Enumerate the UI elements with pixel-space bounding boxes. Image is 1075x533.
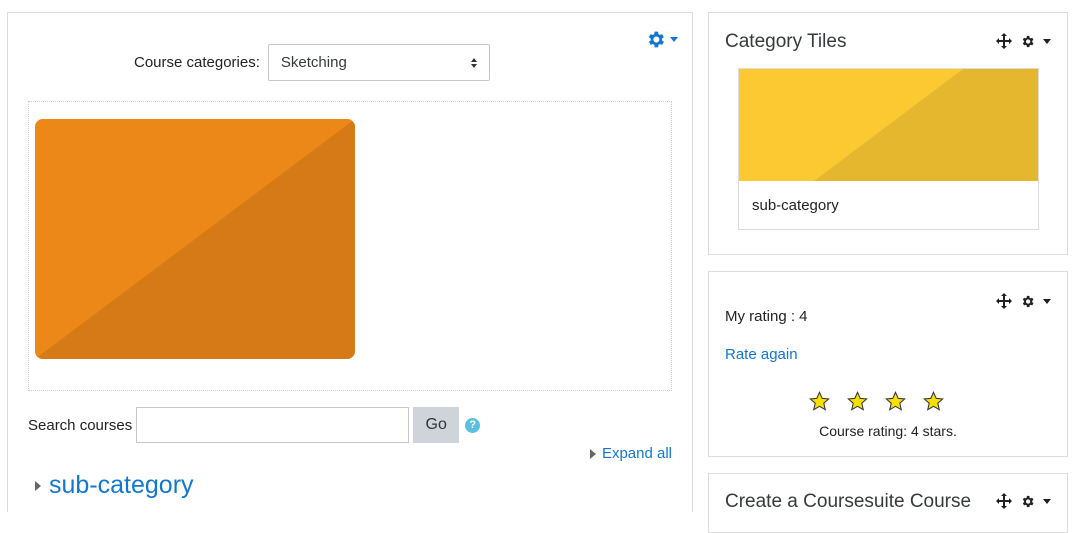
category-tile-label: sub-category [752,197,839,214]
tile-diagonal-shape [739,69,1038,181]
chevron-down-icon [1043,298,1051,304]
move-icon[interactable] [996,33,1012,49]
subcategory-row[interactable]: sub-category [35,471,194,500]
course-category-panel: Course categories: Sketching Search cour… [7,12,693,512]
gear-icon[interactable] [1020,34,1035,49]
course-rating-text: Course rating: 4 stars. [819,423,957,439]
category-tile[interactable]: sub-category [738,68,1039,230]
category-tiles-block: Category Tiles sub-category [708,12,1068,255]
move-icon[interactable] [996,293,1012,309]
chevron-down-icon [670,37,678,42]
expand-all-link[interactable]: Expand all [589,445,672,462]
tile-diagonal-shape [35,119,355,359]
caret-right-icon [589,448,596,459]
move-icon[interactable] [996,493,1012,509]
star-icon [885,391,906,411]
expand-all-label: Expand all [601,445,672,462]
gear-icon[interactable] [1020,494,1035,509]
star-rating [809,391,944,412]
category-tile-area [28,101,672,391]
star-icon [847,391,868,411]
block-controls [996,33,1051,49]
page-settings-menu[interactable] [645,29,678,50]
chevron-down-icon [1043,498,1051,504]
my-rating-text: My rating : 4 [725,308,808,325]
category-image-tile[interactable] [35,119,355,359]
gear-icon[interactable] [1020,294,1035,309]
help-icon[interactable]: ? [465,417,481,433]
block-title: Create a Coursesuite Course [725,491,972,512]
coursesuite-block: Create a Coursesuite Course [708,473,1068,533]
course-rating-block: My rating : 4 Rate again Course rating: … [708,271,1068,457]
star-icon [923,391,944,411]
block-controls [996,293,1051,309]
course-categories-label: Course categories: [134,54,260,71]
course-categories-row: Course categories: Sketching [134,44,490,81]
gear-icon [648,31,664,48]
selected-category: Sketching [280,54,347,71]
chevron-down-icon [1043,38,1051,44]
search-courses-input[interactable] [136,407,410,443]
rate-again-link[interactable]: Rate again [725,346,798,363]
block-title: Category Tiles [725,31,847,52]
caret-right-icon [35,480,41,491]
star-icon [809,391,830,411]
go-button[interactable]: Go [413,407,460,443]
subcategory-link[interactable]: sub-category [49,471,194,500]
select-arrows-icon [470,57,477,68]
block-controls [996,493,1051,509]
search-courses-label: Search courses [28,416,133,434]
search-courses-row: Search courses Go ? [28,407,481,443]
category-tile-image [739,69,1038,181]
course-categories-select[interactable]: Sketching [267,44,490,81]
